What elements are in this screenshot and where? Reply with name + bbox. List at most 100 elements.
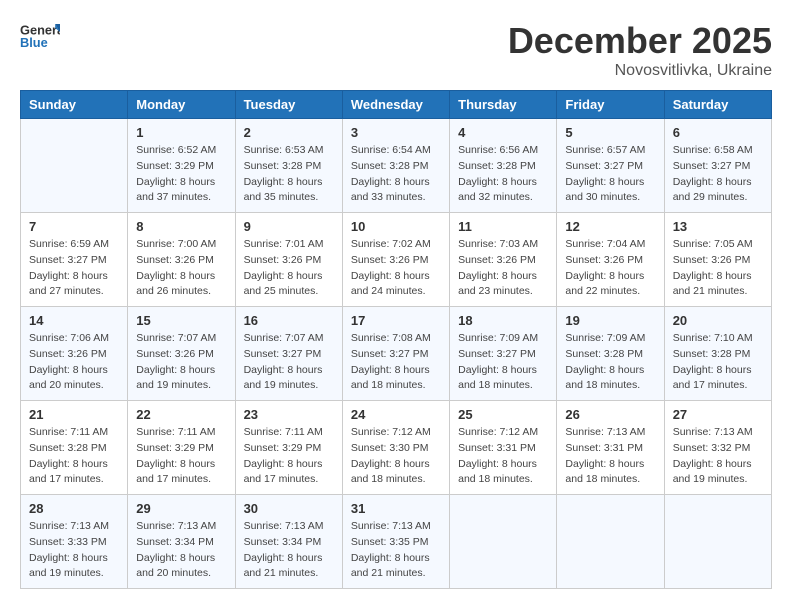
day-info-line: and 24 minutes. — [351, 285, 426, 297]
day-info: Sunrise: 7:04 AMSunset: 3:26 PMDaylight:… — [565, 237, 655, 300]
day-info-line: Sunset: 3:29 PM — [244, 442, 322, 454]
day-info-line: Sunrise: 7:11 AM — [29, 426, 108, 438]
day-info-line: and 17 minutes. — [136, 473, 211, 485]
day-info-line: Sunrise: 7:05 AM — [673, 238, 753, 250]
day-info-line: Sunset: 3:34 PM — [244, 536, 322, 548]
day-number: 16 — [244, 313, 334, 328]
day-info: Sunrise: 6:56 AMSunset: 3:28 PMDaylight:… — [458, 143, 548, 206]
day-info-line: Sunrise: 7:12 AM — [351, 426, 431, 438]
day-info: Sunrise: 6:52 AMSunset: 3:29 PMDaylight:… — [136, 143, 226, 206]
day-info-line: and 19 minutes. — [29, 567, 104, 579]
day-info-line: Sunset: 3:32 PM — [673, 442, 751, 454]
day-info-line: Sunset: 3:27 PM — [673, 160, 751, 172]
day-info-line: Daylight: 8 hours — [458, 270, 537, 282]
weekday-header-sunday: Sunday — [21, 91, 128, 119]
day-info: Sunrise: 7:01 AMSunset: 3:26 PMDaylight:… — [244, 237, 334, 300]
day-info-line: Sunrise: 6:58 AM — [673, 144, 753, 156]
day-info-line: and 21 minutes. — [673, 285, 748, 297]
calendar-cell — [664, 495, 771, 589]
day-info-line: Sunset: 3:26 PM — [136, 348, 214, 360]
day-number: 4 — [458, 125, 548, 140]
calendar-cell: 31Sunrise: 7:13 AMSunset: 3:35 PMDayligh… — [342, 495, 449, 589]
day-info-line: and 17 minutes. — [244, 473, 319, 485]
weekday-header-wednesday: Wednesday — [342, 91, 449, 119]
day-info-line: Sunset: 3:28 PM — [244, 160, 322, 172]
day-info-line: Daylight: 8 hours — [458, 176, 537, 188]
day-info-line: Sunset: 3:35 PM — [351, 536, 429, 548]
day-info-line: and 23 minutes. — [458, 285, 533, 297]
day-number: 25 — [458, 407, 548, 422]
day-info-line: Sunset: 3:26 PM — [351, 254, 429, 266]
day-info-line: Sunrise: 7:02 AM — [351, 238, 431, 250]
calendar-cell: 27Sunrise: 7:13 AMSunset: 3:32 PMDayligh… — [664, 401, 771, 495]
calendar-cell: 9 Sunrise: 7:01 AMSunset: 3:26 PMDaylight… — [235, 213, 342, 307]
weekday-header-monday: Monday — [128, 91, 235, 119]
day-info-line: Sunrise: 7:00 AM — [136, 238, 216, 250]
day-info-line: Sunset: 3:28 PM — [565, 348, 643, 360]
week-row-3: 14 Sunrise: 7:06 AMSunset: 3:26 PMDayligh… — [21, 307, 772, 401]
day-info-line: Sunset: 3:28 PM — [673, 348, 751, 360]
day-number: 31 — [351, 501, 441, 516]
day-info: Sunrise: 7:06 AMSunset: 3:26 PMDaylight:… — [29, 331, 119, 394]
day-info-line: and 20 minutes. — [29, 379, 104, 391]
day-info-line: Sunrise: 7:11 AM — [136, 426, 215, 438]
day-info: Sunrise: 7:07 AMSunset: 3:27 PMDaylight:… — [244, 331, 334, 394]
weekday-header-friday: Friday — [557, 91, 664, 119]
day-info-line: Sunset: 3:26 PM — [565, 254, 643, 266]
calendar-cell: 3Sunrise: 6:54 AMSunset: 3:28 PMDaylight… — [342, 119, 449, 213]
day-info-line: Sunrise: 7:13 AM — [565, 426, 645, 438]
day-info-line: Sunset: 3:28 PM — [458, 160, 536, 172]
day-info-line: Daylight: 8 hours — [565, 458, 644, 470]
day-info-line: Sunrise: 7:07 AM — [136, 332, 216, 344]
day-info-line: Daylight: 8 hours — [244, 552, 323, 564]
calendar-cell: 6Sunrise: 6:58 AMSunset: 3:27 PMDaylight… — [664, 119, 771, 213]
calendar-cell: 30Sunrise: 7:13 AMSunset: 3:34 PMDayligh… — [235, 495, 342, 589]
day-info-line: Sunset: 3:27 PM — [458, 348, 536, 360]
day-number: 15 — [136, 313, 226, 328]
day-info-line: Sunset: 3:27 PM — [244, 348, 322, 360]
weekday-header-saturday: Saturday — [664, 91, 771, 119]
calendar-cell: 21Sunrise: 7:11 AMSunset: 3:28 PMDayligh… — [21, 401, 128, 495]
day-info-line: Daylight: 8 hours — [673, 364, 752, 376]
day-info-line: Sunset: 3:27 PM — [29, 254, 107, 266]
day-info-line: Sunrise: 6:57 AM — [565, 144, 645, 156]
day-info-line: Sunrise: 7:09 AM — [565, 332, 645, 344]
calendar-cell: 29Sunrise: 7:13 AMSunset: 3:34 PMDayligh… — [128, 495, 235, 589]
day-info-line: Sunset: 3:26 PM — [136, 254, 214, 266]
calendar-cell: 10Sunrise: 7:02 AMSunset: 3:26 PMDayligh… — [342, 213, 449, 307]
calendar-cell: 7Sunrise: 6:59 AMSunset: 3:27 PMDaylight… — [21, 213, 128, 307]
day-info: Sunrise: 6:53 AMSunset: 3:28 PMDaylight:… — [244, 143, 334, 206]
day-info: Sunrise: 7:11 AMSunset: 3:29 PMDaylight:… — [244, 425, 334, 488]
day-info-line: Sunrise: 7:09 AM — [458, 332, 538, 344]
day-info-line: Daylight: 8 hours — [351, 364, 430, 376]
day-info-line: Sunrise: 7:01 AM — [244, 238, 324, 250]
day-info-line: and 32 minutes. — [458, 191, 533, 203]
day-info-line: Daylight: 8 hours — [29, 552, 108, 564]
day-info-line: and 18 minutes. — [565, 473, 640, 485]
day-info-line: Sunset: 3:31 PM — [458, 442, 536, 454]
day-info-line: Daylight: 8 hours — [351, 458, 430, 470]
day-info-line: Daylight: 8 hours — [565, 270, 644, 282]
day-info-line: Sunrise: 7:10 AM — [673, 332, 753, 344]
day-info-line: Daylight: 8 hours — [244, 270, 323, 282]
day-number: 22 — [136, 407, 226, 422]
calendar-cell — [21, 119, 128, 213]
day-info-line: and 25 minutes. — [244, 285, 319, 297]
day-info-line: Daylight: 8 hours — [29, 364, 108, 376]
calendar-cell — [450, 495, 557, 589]
calendar-cell: 1Sunrise: 6:52 AMSunset: 3:29 PMDaylight… — [128, 119, 235, 213]
day-info-line: and 37 minutes. — [136, 191, 211, 203]
day-info-line: and 27 minutes. — [29, 285, 104, 297]
weekday-header-tuesday: Tuesday — [235, 91, 342, 119]
calendar-cell: 4 Sunrise: 6:56 AMSunset: 3:28 PMDaylight… — [450, 119, 557, 213]
day-number: 9 — [244, 219, 334, 234]
day-number: 23 — [244, 407, 334, 422]
day-number: 17 — [351, 313, 441, 328]
calendar-cell: 19Sunrise: 7:09 AMSunset: 3:28 PMDayligh… — [557, 307, 664, 401]
calendar-cell: 5Sunrise: 6:57 AMSunset: 3:27 PMDaylight… — [557, 119, 664, 213]
day-info-line: Daylight: 8 hours — [136, 458, 215, 470]
day-info: Sunrise: 7:02 AMSunset: 3:26 PMDaylight:… — [351, 237, 441, 300]
day-info: Sunrise: 7:13 AMSunset: 3:34 PMDaylight:… — [244, 519, 334, 582]
day-number: 29 — [136, 501, 226, 516]
day-number: 14 — [29, 313, 119, 328]
